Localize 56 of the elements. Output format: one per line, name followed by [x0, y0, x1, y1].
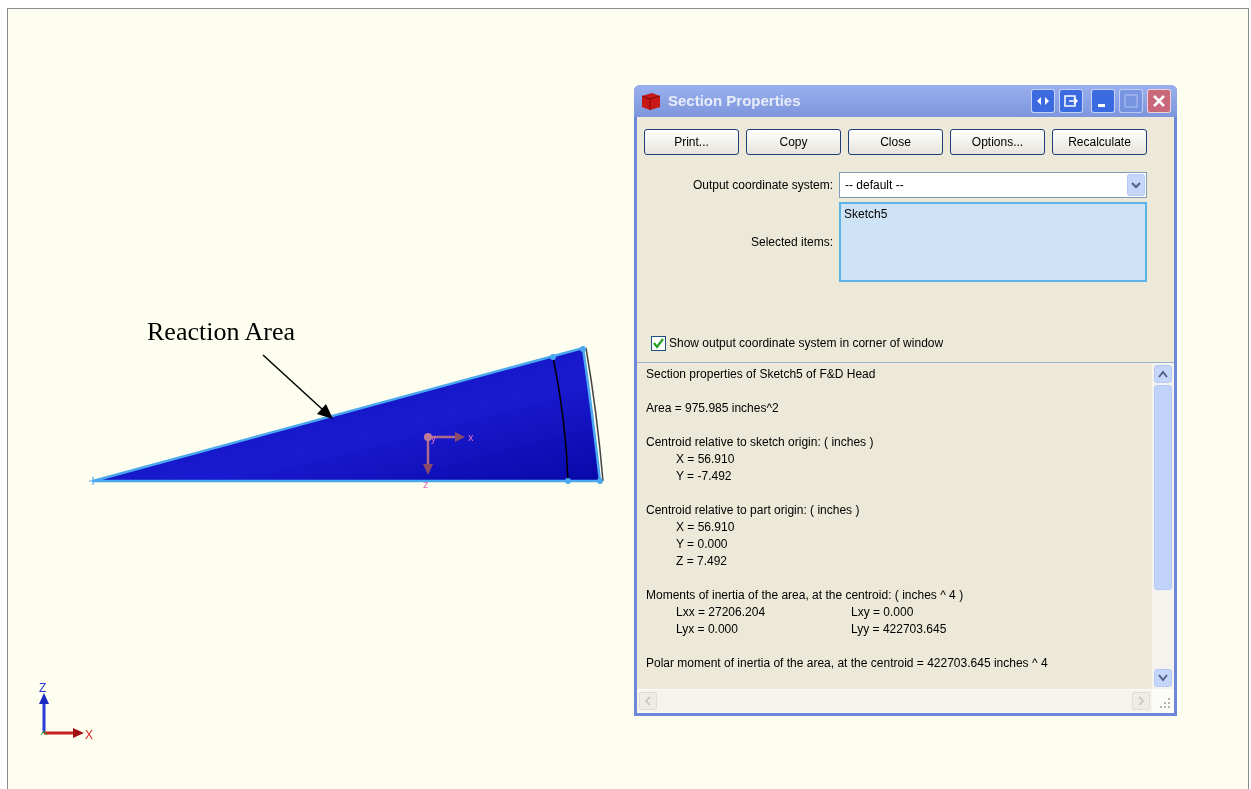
- axis-label: z: [423, 478, 429, 490]
- vertical-scrollbar[interactable]: [1152, 363, 1174, 689]
- result-value: Lxy = 0.000: [851, 604, 915, 621]
- result-value: Z = 7.492: [676, 553, 729, 570]
- minimize-icon: [1098, 103, 1105, 107]
- selected-items-list[interactable]: Sketch5: [839, 202, 1147, 282]
- result-value: Y = 0.000: [676, 536, 729, 553]
- chevron-up-icon: [1158, 370, 1168, 378]
- axis-label: Z: [39, 681, 47, 695]
- result-line: Section properties of Sketch5 of F&D Head: [646, 366, 877, 383]
- axis-label: x: [468, 431, 474, 443]
- dialog-button[interactable]: Copy: [746, 129, 841, 155]
- result-value: Lyx = 0.000: [676, 621, 739, 638]
- dock-button[interactable]: [1059, 89, 1083, 113]
- double-arrow-icon: [1036, 95, 1050, 107]
- expand-button[interactable]: [1031, 89, 1055, 113]
- centroid-axes-icon: [423, 432, 465, 475]
- field-label: Selected items:: [749, 234, 834, 251]
- close-button[interactable]: [1147, 89, 1171, 113]
- window-title: Section Properties: [668, 90, 802, 111]
- axis-label: y: [431, 433, 436, 444]
- scroll-down-button[interactable]: [1154, 669, 1172, 687]
- checkbox-label: Show output coordinate system in corner of window: [669, 335, 944, 352]
- dialog-button[interactable]: Options...: [950, 129, 1045, 155]
- scroll-thumb[interactable]: [1154, 385, 1172, 590]
- coordinate-triad-icon: [39, 693, 84, 738]
- chevron-down-icon: [1158, 674, 1168, 682]
- result-line: Moments of inertia of the area, at the centroid: ( inches ^ 4 ): [646, 587, 965, 604]
- chevron-right-icon: [1137, 696, 1145, 706]
- result-line: Area = 975.985 inches^2: [646, 400, 780, 417]
- arrow: [262, 354, 333, 419]
- app-logo-icon: [640, 91, 662, 111]
- list-item[interactable]: Sketch5: [844, 205, 1142, 223]
- coordinate-system-dropdown[interactable]: -- default --: [839, 172, 1147, 198]
- callout-label: Reaction Area: [147, 317, 295, 346]
- dialog-button[interactable]: Close: [848, 129, 943, 155]
- dialog-button[interactable]: Recalculate: [1052, 129, 1147, 155]
- dialog-button[interactable]: Print...: [644, 129, 739, 155]
- field-label: Output coordinate system:: [691, 177, 834, 194]
- dock-icon: [1064, 95, 1078, 107]
- horizontal-scrollbar[interactable]: [637, 690, 1152, 712]
- minimize-button[interactable]: [1091, 89, 1115, 113]
- close-icon: [1152, 94, 1166, 108]
- result-value: Lxx = 27206.204: [676, 604, 767, 621]
- result-line: Polar moment of inertia of the area, at the centroid = 422703.645 inches ^ 4: [646, 655, 1049, 672]
- result-value: Y = -7.492: [676, 468, 733, 485]
- chevron-left-icon: [644, 696, 652, 706]
- scroll-up-button[interactable]: [1154, 365, 1172, 383]
- result-value: X = 56.910: [676, 451, 736, 468]
- checkbox[interactable]: [651, 335, 666, 351]
- result-value: Lyy = 422703.645: [851, 621, 948, 638]
- result-line: Centroid relative to sketch origin: ( inches ): [646, 434, 875, 451]
- result-value: X = 56.910: [676, 519, 736, 536]
- maximize-icon: [1124, 94, 1138, 108]
- axis-label: X: [85, 728, 93, 742]
- result-line: Centroid relative to part origin: ( inches ): [646, 502, 861, 519]
